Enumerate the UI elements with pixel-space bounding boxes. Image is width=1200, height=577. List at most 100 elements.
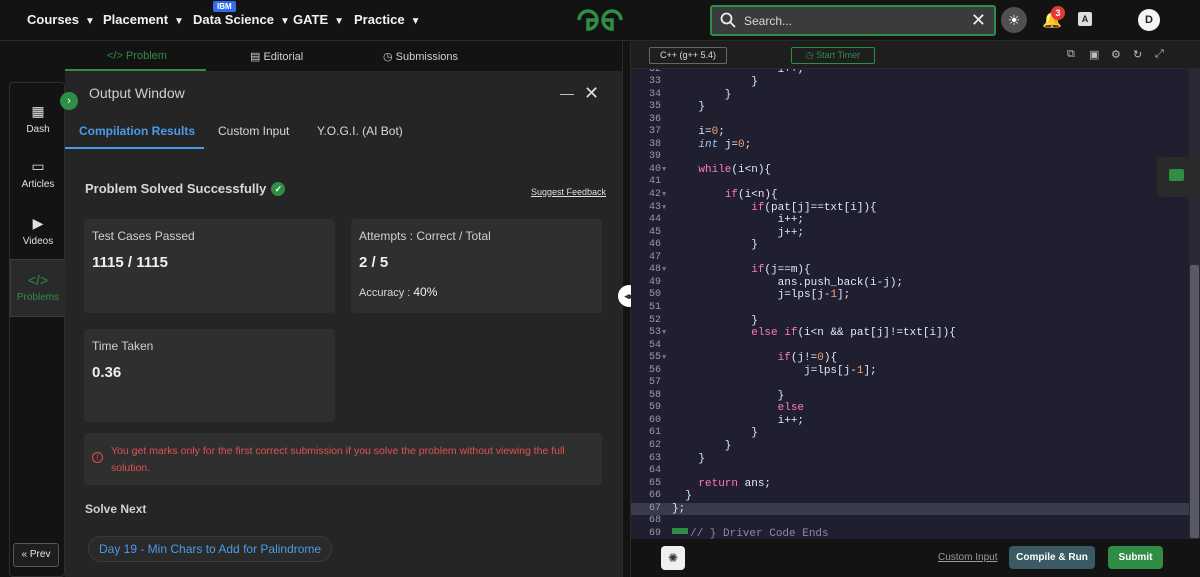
custom-input-link[interactable]: Custom Input — [938, 552, 997, 563]
code-line[interactable]: 52 } — [631, 315, 1189, 328]
tab-editorial[interactable]: ▤ Editorial — [250, 50, 303, 63]
code-line[interactable]: 34 } — [631, 89, 1189, 102]
code-text: } — [672, 101, 706, 114]
code-line[interactable]: 49 ans.push_back(i-j); — [631, 277, 1189, 290]
suggest-feedback-link[interactable]: Suggest Feedback — [531, 187, 606, 197]
code-line[interactable]: 63 } — [631, 453, 1189, 466]
scrollbar-thumb[interactable] — [1190, 265, 1199, 538]
code-line[interactable]: 62 } — [631, 440, 1189, 453]
nav-gate[interactable]: GATE ▼ — [293, 12, 344, 27]
code-line[interactable]: 47 — [631, 252, 1189, 265]
tab-custom-input[interactable]: Custom Input — [218, 124, 289, 138]
language-select[interactable]: C++ (g++ 5.4) — [649, 47, 727, 64]
search-box[interactable]: ✕ — [710, 5, 996, 36]
tab-yogi-ai-bot[interactable]: Y.O.G.I. (AI Bot) — [317, 124, 403, 138]
tab-compilation-results[interactable]: Compilation Results — [79, 124, 195, 138]
tab-problem[interactable]: </> Problem — [107, 50, 167, 62]
theme-toggle-icon[interactable]: ☀ — [1001, 7, 1027, 33]
code-editor[interactable]: 32 i++; 33 } 34 } 35 } 36 37 i=0; 38 int j=0; 3… — [631, 69, 1189, 539]
translate-icon[interactable]: A — [1078, 12, 1092, 26]
code-line[interactable]: 67}; — [631, 502, 1189, 516]
code-line[interactable]: 46 } — [631, 239, 1189, 252]
sidebar-item-articles[interactable]: ▭ Articles — [10, 158, 66, 190]
code-line[interactable]: 56 j=lps[j-1]; — [631, 365, 1189, 378]
code-line[interactable]: 37 i=0; — [631, 126, 1189, 139]
code-line[interactable]: 66 } — [631, 490, 1189, 503]
fold-chevron-icon[interactable]: ▼ — [662, 352, 666, 365]
code-line[interactable]: 43 ▼ if(pat[j]==txt[i]){ — [631, 202, 1189, 215]
fold-chevron-icon[interactable]: ▼ — [662, 202, 666, 215]
code-line[interactable]: 45 j++; — [631, 227, 1189, 240]
sidebar-item-problems[interactable]: </> Problems — [10, 259, 66, 317]
submit-button[interactable]: Submit — [1108, 546, 1163, 569]
code-line[interactable]: 50 j=lps[j-1]; — [631, 289, 1189, 302]
fullscreen-icon[interactable]: ⤢ — [1155, 48, 1164, 61]
sidebar-item-dash[interactable]: ▦ Dash — [10, 103, 66, 135]
compile-run-button[interactable]: Compile & Run — [1009, 546, 1095, 569]
minimize-icon[interactable]: — — [560, 85, 574, 101]
code-line[interactable]: 33 } — [631, 76, 1189, 89]
tab-submissions[interactable]: ◷ Submissions — [383, 50, 458, 63]
code-line[interactable]: 48 ▼ if(j==m){ — [631, 264, 1189, 277]
dashboard-icon: ▦ — [31, 103, 45, 119]
nav-courses[interactable]: Courses ▼ — [27, 12, 95, 27]
close-icon[interactable]: ✕ — [584, 83, 599, 104]
code-line[interactable]: 44 i++; — [631, 214, 1189, 227]
code-line[interactable]: 58 } — [631, 390, 1189, 403]
code-line[interactable]: 42 ▼ if(i<n){ — [631, 189, 1189, 202]
code-line[interactable]: 54 — [631, 340, 1189, 353]
code-text: j=lps[j-1]; — [672, 289, 851, 302]
nav-practice[interactable]: Practice ▼ — [354, 12, 421, 27]
start-timer-button[interactable]: ◷ Start Timer — [791, 47, 875, 64]
close-icon[interactable]: ✕ — [971, 10, 986, 31]
gfg-logo[interactable] — [575, 7, 625, 33]
code-line[interactable]: 35 } — [631, 101, 1189, 114]
code-line[interactable]: 65 return ans; — [631, 478, 1189, 491]
lightbulb-icon[interactable]: ✺ — [661, 546, 685, 570]
collapsed-marker-icon[interactable] — [672, 527, 688, 534]
fold-chevron-icon[interactable]: ▼ — [662, 164, 666, 177]
code-text: // } Driver Code Ends — [672, 527, 829, 539]
code-line[interactable]: 53 ▼ else if(i<n && pat[j]!=txt[i]){ — [631, 327, 1189, 340]
problem-tabs: </> Problem ▤ Editorial ◷ Submissions — [65, 41, 622, 71]
sidebar-item-videos[interactable]: ▶ Videos — [10, 215, 66, 247]
test-cases-value: 1115 / 1115 — [92, 254, 168, 271]
nav-placement[interactable]: Placement ▼ — [103, 12, 184, 27]
code-line[interactable]: 57 — [631, 377, 1189, 390]
prev-button[interactable]: « Prev — [13, 543, 59, 567]
fold-chevron-icon[interactable]: ▼ — [662, 189, 666, 202]
nav-data-science[interactable]: Data Science ▼ — [193, 12, 290, 27]
next-problem-link[interactable]: Day 19 - Min Chars to Add for Palindrome — [88, 536, 333, 562]
code-line[interactable]: 32 i++; — [631, 69, 1189, 76]
code-line[interactable]: 60 i++; — [631, 415, 1189, 428]
chat-button[interactable] — [1157, 157, 1200, 197]
settings-icon[interactable]: ⚙ — [1111, 48, 1121, 61]
code-line[interactable]: 38 int j=0; — [631, 139, 1189, 152]
panel-splitter[interactable] — [622, 41, 631, 577]
code-line[interactable]: 39 — [631, 151, 1189, 164]
fold-chevron-icon[interactable]: ▼ — [662, 327, 666, 340]
reset-icon[interactable]: ↻ — [1133, 48, 1142, 61]
code-text: i++; — [672, 414, 805, 427]
code-line[interactable]: 61 } — [631, 427, 1189, 440]
code-line[interactable]: 51 — [631, 302, 1189, 315]
document-icon: ▤ — [250, 51, 264, 63]
notification-badge: 3 — [1051, 6, 1065, 20]
file-icon[interactable]: ▣ — [1089, 48, 1099, 61]
code-line[interactable]: 55 ▼ if(j!=0){ — [631, 352, 1189, 365]
chevron-right-icon[interactable]: › — [60, 92, 78, 110]
code-line[interactable]: 36 — [631, 114, 1189, 127]
code-line[interactable]: 59 else — [631, 402, 1189, 415]
chevron-down-icon: ▼ — [85, 16, 95, 27]
test-cases-label: Test Cases Passed — [92, 229, 195, 243]
code-line[interactable]: 68 — [631, 515, 1189, 528]
search-input[interactable] — [744, 11, 964, 31]
code-line[interactable]: 64 — [631, 465, 1189, 478]
avatar[interactable]: D — [1138, 9, 1160, 31]
copy-icon[interactable]: ⧉ — [1067, 48, 1075, 61]
fold-chevron-icon[interactable]: ▼ — [662, 264, 666, 277]
code-line[interactable]: 40 ▼ while(i<n){ — [631, 164, 1189, 177]
code-line[interactable]: 69 // } Driver Code Ends — [631, 527, 1189, 539]
code-line[interactable]: 41 — [631, 176, 1189, 189]
line-number: 60 — [648, 414, 661, 426]
